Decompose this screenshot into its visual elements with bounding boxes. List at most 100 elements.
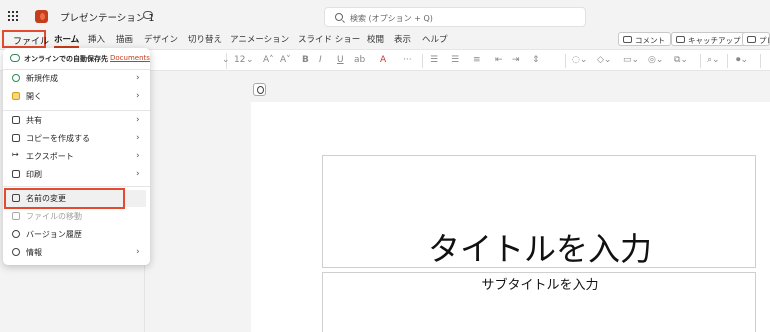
present-button[interactable]: プレ [742,32,770,46]
menu-item-label: 共有 [26,116,42,125]
tab-transitions[interactable]: 切り替え [188,33,222,45]
present-icon [747,36,756,43]
chevron-down-icon[interactable]: ⌄ [222,55,230,65]
numbering-icon[interactable]: ☰ [451,55,459,65]
tab-file[interactable]: ファイル [2,30,49,48]
catchup-button[interactable]: キャッチアップ [671,32,747,46]
comments-button[interactable]: コメント [618,32,671,46]
menu-divider [3,110,150,111]
cloud-saved-icon [143,11,153,19]
present-label: プレ [759,36,769,45]
menu-item-label: エクスポート [26,152,74,161]
menu-item-open[interactable]: 開く › [3,88,150,105]
ribbon-divider [760,54,761,68]
menu-item-label: コピーを作成する [26,134,90,143]
chevron-right-icon: › [136,169,140,179]
search-placeholder: 検索 (オプション + Q) [350,14,433,23]
decrease-font-icon[interactable]: A˅ [280,55,291,65]
title-bar: プレゼンテーション 1 検索 (オプション + Q) [0,0,770,32]
autosave-location-link[interactable]: Documents [110,54,150,62]
tab-help[interactable]: ヘルプ [422,33,448,45]
font-name-box[interactable] [155,53,227,69]
comment-icon [623,36,632,43]
tab-view[interactable]: 表示 [394,33,411,45]
chevron-right-icon: › [136,151,140,161]
open-folder-icon [12,92,20,100]
menu-item-label: 新規作成 [26,74,58,83]
dictate-icon[interactable]: ⏺⌄ [736,55,748,65]
tab-animations[interactable]: アニメーション [230,33,289,45]
more-options-icon[interactable]: ··· [403,55,412,65]
tab-home[interactable]: ホーム [54,33,80,48]
increase-font-icon[interactable]: A˄ [263,55,274,65]
arrange-icon[interactable]: ⧉⌄ [674,55,688,65]
history-icon [12,230,20,238]
menu-item-label: 開く [26,92,42,101]
chevron-down-icon[interactable]: ⌄ [246,55,254,65]
align-icon[interactable]: ≡ [473,55,481,65]
menu-item-label: ファイルの移動 [26,212,82,221]
title-placeholder[interactable]: タイトルを入力 [322,155,756,268]
menu-item-new[interactable]: 新規作成 › [3,70,150,87]
cloud-check-icon [10,54,20,62]
subtitle-placeholder[interactable]: サブタイトルを入力 [322,272,756,332]
share-icon [12,116,20,124]
new-icon [12,74,20,82]
bullets-icon[interactable]: ☰ [430,55,438,65]
catchup-icon [676,36,685,43]
menu-item-label: 情報 [26,248,42,257]
ribbon-divider [422,54,423,68]
menu-item-export[interactable]: ↦ エクスポート › [3,148,150,165]
catchup-label: キャッチアップ [688,36,741,45]
shapes-icon[interactable]: ◌⌄ [572,55,587,65]
indent-icon[interactable]: ⇥ [512,55,520,65]
menu-item-move-file: ファイルの移動 [3,208,150,225]
font-size-box[interactable]: 12 [234,55,245,65]
tab-draw[interactable]: 描画 [116,33,133,45]
rename-highlight-box [4,188,125,209]
autosave-row[interactable]: オンラインでの自動保存先 Documents [3,50,150,68]
effects-icon[interactable]: ◎⌄ [648,55,663,65]
fill-icon[interactable]: ◇⌄ [597,55,611,65]
outdent-icon[interactable]: ⇤ [495,55,503,65]
autosave-label: オンラインでの自動保存先 [24,55,108,63]
menu-item-make-copy[interactable]: コピーを作成する › [3,130,150,147]
title-placeholder-text: タイトルを入力 [427,230,652,268]
outline-icon[interactable]: ▭⌄ [623,55,639,65]
tab-review[interactable]: 校閲 [367,33,384,45]
document-title[interactable]: プレゼンテーション 1 [60,10,154,24]
comments-label: コメント [635,36,665,45]
chevron-right-icon: › [136,247,140,257]
ribbon-divider [565,54,566,68]
menu-item-version-history[interactable]: バージョン履歴 [3,226,150,243]
menu-divider [3,186,150,187]
tab-insert[interactable]: 挿入 [88,33,105,45]
menu-item-share[interactable]: 共有 › [3,112,150,129]
print-icon [12,170,20,178]
chevron-right-icon: › [136,73,140,83]
app-launcher-icon[interactable] [8,11,18,21]
underline-icon[interactable]: U [337,55,344,65]
find-icon[interactable]: ⌕⌄ [707,55,720,65]
tab-slideshow[interactable]: スライド ショー [298,33,360,45]
search-icon [335,13,343,21]
line-spacing-icon[interactable]: ⇕ [532,55,540,65]
bold-icon[interactable]: B [302,55,309,65]
info-icon [12,248,20,256]
menu-item-label: 印刷 [26,170,42,179]
powerpoint-logo-icon [35,10,48,23]
designer-icon[interactable] [253,83,266,96]
export-icon: ↦ [12,150,19,159]
italic-icon[interactable]: I [319,55,322,65]
font-color-icon[interactable]: A [380,55,386,65]
search-box[interactable]: 検索 (オプション + Q) [324,7,586,27]
chevron-right-icon: › [136,91,140,101]
chevron-right-icon: › [136,115,140,125]
highlight-icon[interactable]: ab [354,55,365,65]
ribbon-divider [700,54,701,68]
menu-item-print[interactable]: 印刷 › [3,166,150,183]
copy-icon [12,134,20,142]
move-file-icon [12,212,20,220]
tab-design[interactable]: デザイン [144,33,178,45]
menu-item-info[interactable]: 情報 › [3,244,150,261]
